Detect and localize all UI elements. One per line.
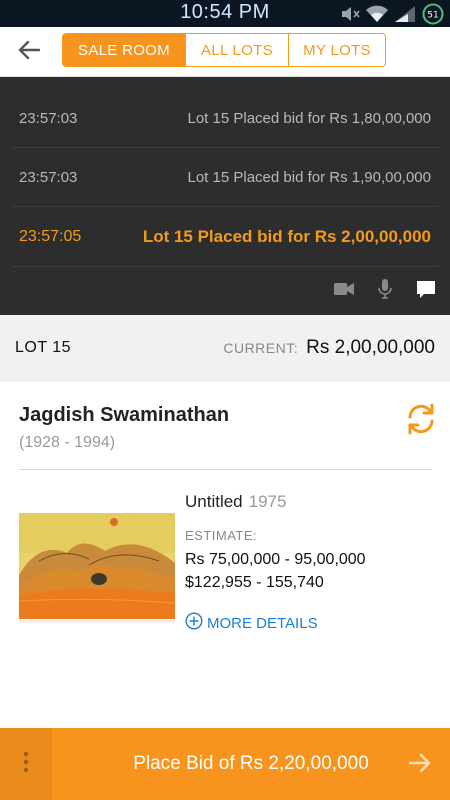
place-bid-button[interactable]: Place Bid of Rs 2,20,00,000 [52, 728, 450, 800]
status-icons: 51 [340, 3, 444, 25]
overflow-menu-button[interactable] [0, 728, 52, 800]
lot-number: LOT 15 [15, 339, 72, 356]
feed-text: Lot 15 Placed bid for Rs 1,80,00,000 [187, 109, 431, 127]
divider [19, 469, 432, 470]
feed-row: 23:57:03 Lot 15 Placed bid for Rs 1,80,0… [12, 89, 438, 148]
feed-text: Lot 15 Placed bid for Rs 1,90,00,000 [187, 168, 431, 186]
tab-sale-room[interactable]: SALE ROOM [63, 34, 185, 66]
battery-icon: 51 [422, 3, 444, 25]
arrow-right-icon [408, 752, 432, 780]
lot-bar: LOT 15 CURRENT: Rs 2,00,00,000 [0, 315, 450, 382]
video-icon[interactable] [334, 282, 354, 301]
artwork-image[interactable] [18, 513, 176, 623]
artist-name: Jagdish Swaminathan [19, 404, 230, 426]
current-bid: CURRENT: Rs 2,00,00,000 [223, 337, 435, 359]
tab-bar: SALE ROOM ALL LOTS MY LOTS [62, 33, 386, 67]
wifi-icon [366, 5, 388, 23]
feed-time: 23:57:03 [19, 168, 78, 186]
feed-time: 23:57:03 [19, 109, 78, 127]
status-bar: 10:54 PM 51 [0, 0, 450, 27]
artwork-title: Untitled 1975 [185, 492, 286, 512]
arrow-left-icon [18, 40, 41, 65]
more-vertical-icon [23, 751, 29, 778]
feed-row: 23:57:03 Lot 15 Placed bid for Rs 1,90,0… [12, 148, 438, 207]
artist-years: (1928 - 1994) [19, 434, 116, 451]
feed-row-latest: 23:57:05 Lot 15 Placed bid for Rs 2,00,0… [12, 208, 438, 267]
refresh-button[interactable] [404, 402, 438, 436]
current-label: CURRENT: [223, 340, 299, 356]
place-bid-label: Place Bid of Rs 2,20,00,000 [133, 753, 369, 774]
tab-all-lots[interactable]: ALL LOTS [185, 34, 288, 66]
current-value: Rs 2,00,00,000 [306, 337, 435, 358]
plus-circle-icon [185, 612, 203, 634]
back-button[interactable] [14, 37, 44, 67]
top-nav: SALE ROOM ALL LOTS MY LOTS [0, 27, 450, 77]
estimate-rs: Rs 75,00,000 - 95,00,000 [185, 551, 366, 568]
chat-icon[interactable] [416, 280, 436, 304]
refresh-icon [404, 403, 438, 440]
feed-time: 23:57:05 [19, 228, 82, 245]
bid-feed[interactable]: 23:57:03 Lot 15 Placed bid for Rs 1,80,0… [0, 77, 450, 315]
more-details-label: MORE DETAILS [207, 614, 318, 632]
svg-text:51: 51 [427, 11, 438, 21]
mute-icon [340, 6, 360, 22]
artwork-year: 1975 [248, 492, 287, 511]
more-details-link[interactable]: MORE DETAILS [185, 612, 318, 634]
estimate-label: ESTIMATE: [185, 528, 258, 543]
tab-my-lots[interactable]: MY LOTS [288, 34, 385, 66]
signal-icon [394, 5, 416, 23]
feed-tools [334, 279, 436, 304]
artwork-title-text: Untitled [185, 492, 243, 511]
mic-icon[interactable] [378, 279, 392, 304]
estimate-usd: $122,955 - 155,740 [185, 574, 324, 591]
feed-text: Lot 15 Placed bid for Rs 2,00,00,000 [142, 227, 431, 246]
bottom-bar: Place Bid of Rs 2,20,00,000 [0, 728, 450, 800]
